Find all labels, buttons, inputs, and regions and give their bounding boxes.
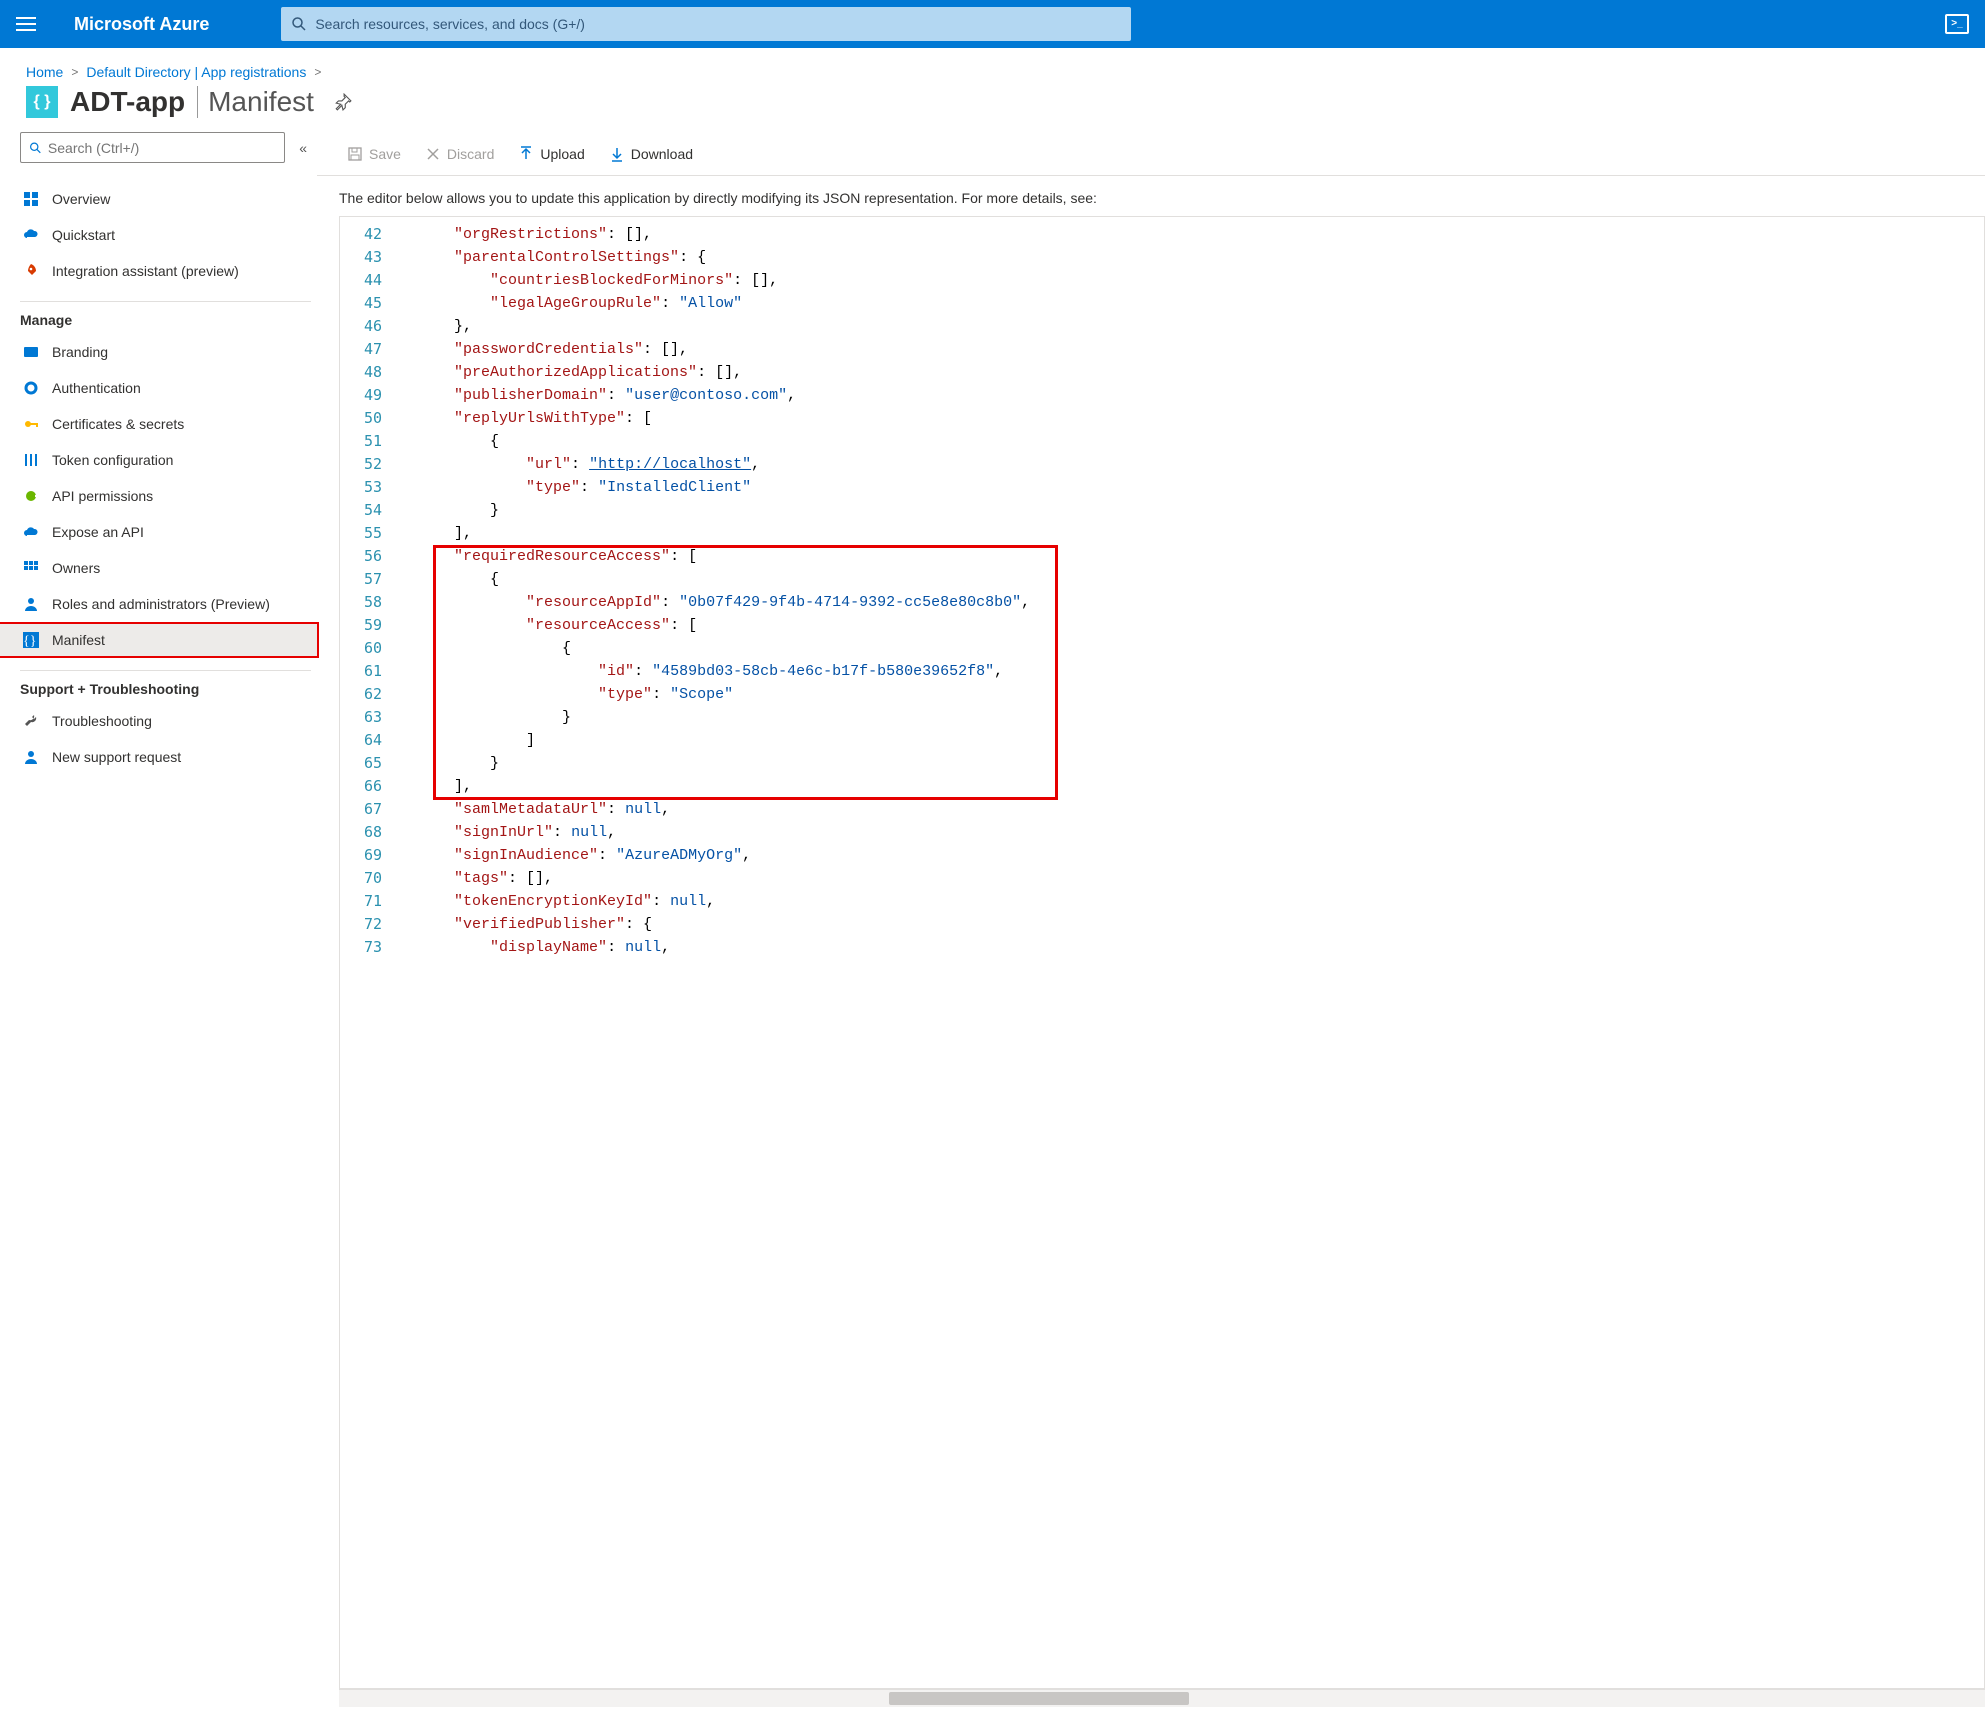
person-icon [22, 595, 40, 613]
download-button[interactable]: Download [601, 142, 701, 166]
chevron-right-icon: > [314, 65, 321, 79]
collapse-sidebar-button[interactable]: « [295, 136, 311, 160]
page-title: ADT-app Manifest [70, 86, 314, 118]
sidebar-item-token-configuration[interactable]: Token configuration [0, 442, 317, 478]
cloud2-icon [22, 523, 40, 541]
person2-icon [22, 748, 40, 766]
wrench-icon [22, 712, 40, 730]
sidebar-search-input[interactable] [48, 140, 276, 156]
card-icon [22, 343, 40, 361]
sidebar-item-label: Owners [52, 560, 100, 576]
sidebar-item-troubleshooting[interactable]: Troubleshooting [0, 703, 317, 739]
cloud-shell-button[interactable] [1945, 14, 1969, 34]
download-icon [609, 146, 625, 162]
brand-label: Microsoft Azure [74, 14, 209, 35]
upload-button[interactable]: Upload [510, 142, 592, 166]
ring-icon [22, 379, 40, 397]
sidebar-item-owners[interactable]: Owners [0, 550, 317, 586]
sidebar-item-branding[interactable]: Branding [0, 334, 317, 370]
grid-icon [22, 190, 40, 208]
cloud-icon [22, 226, 40, 244]
breadcrumb: Home > Default Directory | App registrat… [0, 48, 1985, 84]
sidebar-item-label: Troubleshooting [52, 713, 152, 729]
sidebar-item-label: Authentication [52, 380, 141, 396]
sidebar-item-label: Roles and administrators (Preview) [52, 596, 270, 612]
sidebar-item-label: Overview [52, 191, 110, 207]
sidebar-item-label: API permissions [52, 488, 153, 504]
rocket-icon [22, 262, 40, 280]
horizontal-scrollbar[interactable] [339, 1689, 1985, 1707]
sidebar-item-label: Expose an API [52, 524, 144, 540]
pin-icon[interactable] [334, 93, 352, 111]
sidebar-item-quickstart[interactable]: Quickstart [0, 217, 317, 253]
sidebar-item-new-support-request[interactable]: New support request [0, 739, 317, 775]
upload-icon [518, 146, 534, 162]
editor-description: The editor below allows you to update th… [317, 176, 1985, 216]
sidebar-item-authentication[interactable]: Authentication [0, 370, 317, 406]
sidebar-item-label: Quickstart [52, 227, 115, 243]
braces-icon: {} [22, 631, 40, 649]
sidebar-search[interactable] [20, 132, 285, 163]
breadcrumb-appreg[interactable]: Default Directory | App registrations [86, 64, 306, 80]
chevron-right-icon: > [71, 65, 78, 79]
json-editor[interactable]: 4243444546474849505152535455565758596061… [339, 216, 1985, 1689]
grid2-icon [22, 559, 40, 577]
sidebar-item-label: Branding [52, 344, 108, 360]
sidebar-item-api-permissions[interactable]: API permissions [0, 478, 317, 514]
app-icon: { } [26, 86, 58, 118]
save-button[interactable]: Save [339, 142, 409, 166]
sidebar-item-roles-and-administrators-preview-[interactable]: Roles and administrators (Preview) [0, 586, 317, 622]
sidebar-item-label: Integration assistant (preview) [52, 263, 239, 279]
sidebar-group-support: Support + Troubleshooting [20, 670, 311, 697]
azure-topbar: Microsoft Azure [0, 0, 1985, 48]
menu-button[interactable] [16, 15, 40, 33]
sidebar-group-manage: Manage [20, 301, 311, 328]
sidebar-item-label: Token configuration [52, 452, 173, 468]
save-icon [347, 146, 363, 162]
close-icon [425, 146, 441, 162]
sidebar-item-label: Manifest [52, 632, 105, 648]
global-search[interactable] [281, 7, 1131, 41]
plug-icon [22, 487, 40, 505]
command-bar: Save Discard Upload Download [317, 132, 1985, 176]
search-icon [29, 141, 42, 155]
sidebar-item-certificates-secrets[interactable]: Certificates & secrets [0, 406, 317, 442]
key-icon [22, 415, 40, 433]
page-title-row: { } ADT-app Manifest [0, 84, 1985, 132]
resource-sidebar: « Overview Quickstart Integration assistan… [0, 132, 317, 1707]
sidebar-item-overview[interactable]: Overview [0, 181, 317, 217]
sidebar-item-label: New support request [52, 749, 181, 765]
code-area[interactable]: "orgRestrictions": [], "parentalControlS… [414, 217, 1984, 1688]
sidebar-item-integration-assistant-preview-[interactable]: Integration assistant (preview) [0, 253, 317, 289]
global-search-input[interactable] [315, 16, 1121, 32]
sidebar-item-label: Certificates & secrets [52, 416, 184, 432]
sliders-icon [22, 451, 40, 469]
search-icon [291, 16, 307, 32]
sidebar-item-expose-an-api[interactable]: Expose an API [0, 514, 317, 550]
svg-text:{}: {} [23, 634, 36, 648]
discard-button[interactable]: Discard [417, 142, 502, 166]
line-gutter: 4243444546474849505152535455565758596061… [340, 217, 392, 1688]
main-pane: Save Discard Upload Download The editor … [317, 132, 1985, 1707]
sidebar-item-manifest[interactable]: {} Manifest [0, 622, 319, 658]
breadcrumb-home[interactable]: Home [26, 64, 63, 80]
